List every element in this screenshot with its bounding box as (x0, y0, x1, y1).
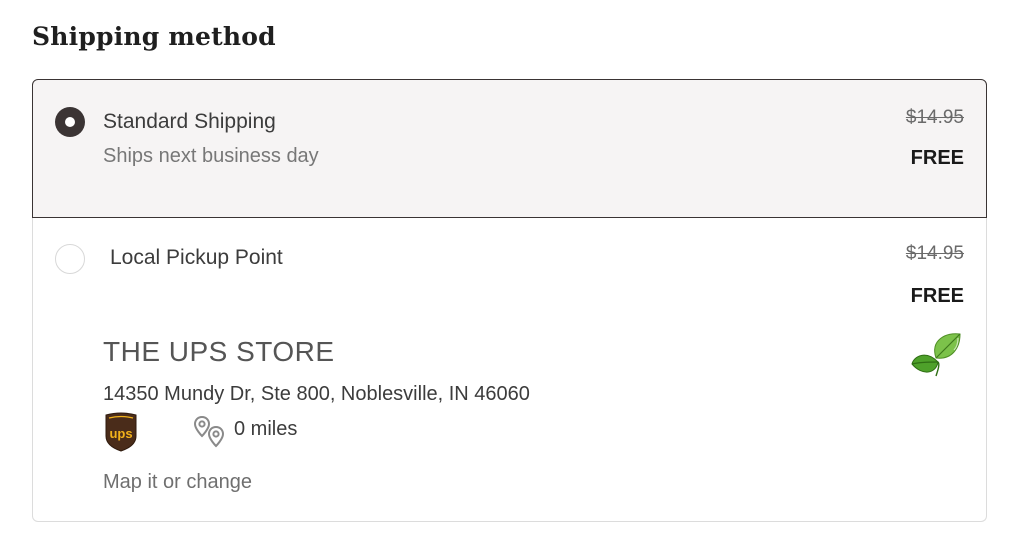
section-title: Shipping method (32, 22, 276, 51)
price: FREE (910, 285, 964, 307)
option-subtitle: Ships next business day (103, 145, 319, 167)
store-distance: 0 miles (234, 418, 298, 440)
map-pin-icon (193, 415, 229, 449)
option-name: Standard Shipping (103, 110, 276, 133)
store-name: THE UPS STORE (103, 336, 335, 367)
ups-logo-icon: ups (104, 412, 138, 452)
original-price: $14.95 (905, 107, 964, 128)
option-standard-shipping[interactable]: Standard Shipping Ships next business da… (32, 79, 987, 218)
svg-text:ups: ups (109, 426, 132, 441)
original-price: $14.95 (905, 243, 964, 264)
option-name: Local Pickup Point (110, 246, 283, 269)
shipping-options: Standard Shipping Ships next business da… (32, 79, 987, 522)
option-local-pickup[interactable]: Local Pickup Point $14.95 FREE THE UPS S… (32, 216, 987, 522)
store-address: 14350 Mundy Dr, Ste 800, Noblesville, IN… (103, 383, 530, 405)
leaf-icon (908, 328, 964, 384)
radio-selected-icon[interactable] (55, 107, 85, 137)
radio-unselected-icon[interactable] (55, 244, 85, 274)
price: FREE (910, 147, 964, 169)
map-it-or-change-link[interactable]: Map it or change (103, 471, 252, 494)
